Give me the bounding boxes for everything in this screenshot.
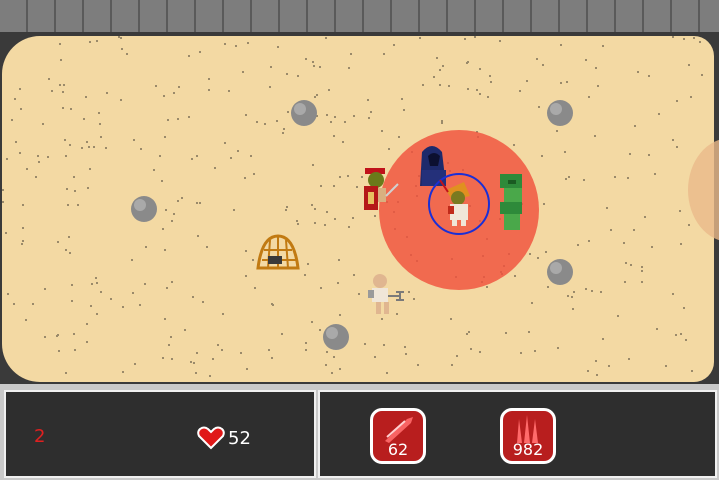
rock	[291, 100, 317, 126]
net-trap-icon[interactable]	[256, 234, 300, 270]
slash-ability-count: 62	[387, 440, 409, 459]
rock	[547, 259, 573, 285]
heart-icon	[197, 426, 225, 450]
rock	[547, 100, 573, 126]
rock	[131, 196, 157, 222]
spikes-ability-button[interactable]: 982	[500, 408, 556, 464]
health-value: 52	[228, 427, 251, 449]
health-display: 52	[196, 426, 251, 450]
rock	[323, 324, 349, 350]
wave-counter: 2	[34, 426, 46, 447]
trident-fighter[interactable]	[368, 274, 404, 314]
slash-ability-button[interactable]: 62	[370, 408, 426, 464]
game-field[interactable]	[0, 0, 719, 384]
arena-gate	[688, 139, 719, 241]
hud-status-panel: 2 52	[4, 390, 316, 478]
hud-bar: 2 52 62 982	[0, 384, 719, 480]
spikes-ability-count: 982	[512, 440, 544, 459]
hud-abilities-panel: 62 982	[318, 390, 717, 478]
